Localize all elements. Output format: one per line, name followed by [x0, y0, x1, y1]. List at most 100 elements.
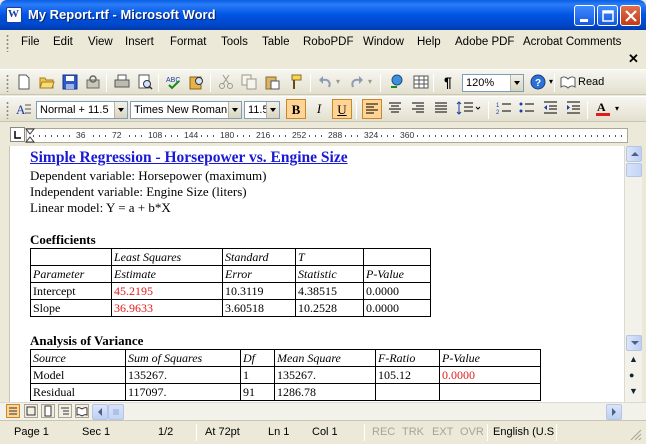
close-button[interactable] — [620, 5, 641, 26]
independent-variable-line: Independent variable: Engine Size (liter… — [30, 184, 247, 199]
ruler-area: 36 72 108 144 180 216 252 288 324 360 — [0, 124, 646, 146]
tab-selector[interactable] — [10, 127, 25, 142]
status-trk[interactable]: TRK — [402, 426, 424, 438]
chevron-down-icon[interactable] — [510, 75, 523, 91]
hyperlink-icon[interactable] — [389, 74, 405, 90]
chevron-down-icon[interactable] — [266, 102, 279, 118]
chevron-down-icon[interactable] — [228, 102, 241, 118]
font-size-combo[interactable]: 11.5 — [244, 101, 280, 119]
resize-grip-icon[interactable] — [628, 427, 642, 441]
reading-layout-button[interactable] — [75, 404, 89, 418]
copy-icon[interactable] — [241, 74, 257, 90]
menu-window[interactable]: Window — [363, 36, 404, 48]
scroll-down-button[interactable] — [626, 335, 642, 351]
outline-view-button[interactable] — [58, 404, 72, 418]
read-button[interactable]: Read — [578, 76, 604, 88]
increase-indent-button[interactable] — [563, 99, 583, 119]
vertical-scroll-thumb[interactable] — [626, 163, 642, 177]
print-preview-icon[interactable] — [137, 74, 153, 90]
italic-button[interactable]: I — [309, 99, 329, 119]
permission-icon[interactable] — [85, 74, 101, 90]
next-page-icon[interactable]: ▼ — [629, 386, 638, 396]
normal-view-button[interactable] — [6, 404, 20, 418]
menu-adobe-pdf[interactable]: Adobe PDF — [455, 36, 514, 48]
select-browse-object-icon[interactable]: ● — [629, 370, 634, 380]
redo-dropdown-icon[interactable]: ▾ — [368, 77, 372, 86]
font-color-button[interactable]: A — [593, 99, 613, 119]
line-spacing-button[interactable] — [454, 99, 484, 119]
close-document-icon[interactable]: ✕ — [628, 51, 639, 67]
research-icon[interactable] — [189, 74, 205, 90]
status-at: At 72pt — [205, 426, 240, 438]
minimize-button[interactable] — [574, 5, 595, 26]
menu-grip[interactable] — [6, 34, 9, 52]
status-ext[interactable]: EXT — [432, 426, 453, 438]
menu-file[interactable]: File — [21, 36, 40, 48]
toolbar-grip[interactable] — [6, 74, 9, 92]
zoom-combo[interactable]: 120% — [462, 74, 524, 92]
redo-icon[interactable] — [349, 74, 365, 90]
save-icon[interactable] — [62, 74, 78, 90]
web-layout-icon — [26, 406, 36, 416]
web-layout-button[interactable] — [24, 404, 38, 418]
menu-acrobat-comments[interactable]: Acrobat Comments — [523, 36, 621, 48]
table-cell: 3.60518 — [222, 299, 296, 317]
read-icon[interactable] — [560, 74, 576, 90]
document-area[interactable]: Simple Regression - Horsepower vs. Engin… — [0, 146, 624, 402]
undo-icon[interactable] — [317, 74, 333, 90]
menu-table[interactable]: Table — [262, 36, 290, 48]
numbering-button[interactable]: 12 — [494, 99, 514, 119]
paste-icon[interactable] — [264, 74, 280, 90]
maximize-button[interactable] — [597, 5, 618, 26]
align-left-button[interactable] — [362, 99, 382, 119]
toolbar-options-icon[interactable]: ▾ — [549, 77, 553, 86]
bullets-button[interactable] — [517, 99, 537, 119]
word-document-icon[interactable]: W — [6, 7, 22, 23]
print-layout-icon — [44, 405, 52, 417]
scroll-up-button[interactable] — [626, 146, 642, 162]
font-color-dropdown-icon[interactable]: ▾ — [615, 104, 619, 113]
style-combo[interactable]: Normal + 11.5 — [36, 101, 128, 119]
menu-format[interactable]: Format — [170, 36, 206, 48]
underline-button[interactable]: U — [332, 99, 352, 119]
align-right-button[interactable] — [408, 99, 428, 119]
format-painter-icon[interactable] — [287, 74, 303, 90]
undo-dropdown-icon[interactable]: ▾ — [336, 77, 340, 86]
scroll-left-button[interactable] — [92, 404, 108, 420]
horizontal-scroll-thumb[interactable] — [108, 404, 124, 420]
print-layout-button[interactable] — [41, 404, 55, 418]
show-formatting-icon[interactable]: ¶ — [444, 74, 452, 90]
new-icon[interactable] — [16, 74, 32, 90]
chevron-down-icon[interactable] — [114, 102, 127, 118]
status-rec[interactable]: REC — [372, 426, 395, 438]
menu-view[interactable]: View — [88, 36, 113, 48]
justify-button[interactable] — [431, 99, 451, 119]
table-cell: Source — [30, 349, 126, 367]
vertical-scrollbar[interactable]: ▲ ● ▼ — [624, 146, 642, 402]
styles-formatting-icon[interactable]: A — [16, 101, 32, 117]
table-cell: Df — [240, 349, 275, 367]
align-right-icon — [412, 102, 424, 113]
bold-button[interactable]: B — [286, 99, 306, 119]
status-ovr[interactable]: OVR — [460, 426, 484, 438]
tables-borders-icon[interactable] — [413, 74, 429, 90]
toolbar-grip[interactable] — [6, 101, 9, 119]
menu-edit[interactable]: Edit — [53, 36, 73, 48]
help-icon[interactable]: ? — [530, 74, 546, 90]
status-line: Ln 1 — [268, 426, 290, 438]
horizontal-ruler[interactable]: 36 72 108 144 180 216 252 288 324 360 — [25, 128, 628, 143]
scroll-right-button[interactable] — [606, 404, 622, 420]
open-icon[interactable] — [39, 74, 55, 90]
align-center-button[interactable] — [385, 99, 405, 119]
menu-tools[interactable]: Tools — [221, 36, 248, 48]
decrease-indent-button[interactable] — [540, 99, 560, 119]
spelling-icon[interactable]: ABC — [166, 74, 182, 90]
document-page[interactable]: Simple Regression - Horsepower vs. Engin… — [30, 150, 541, 401]
menu-insert[interactable]: Insert — [125, 36, 154, 48]
cut-icon[interactable] — [218, 74, 234, 90]
print-icon[interactable] — [114, 74, 130, 90]
previous-page-icon[interactable]: ▲ — [629, 354, 638, 364]
font-combo[interactable]: Times New Roman — [130, 101, 242, 119]
menu-help[interactable]: Help — [417, 36, 441, 48]
menu-robopdf[interactable]: RoboPDF — [303, 36, 354, 48]
